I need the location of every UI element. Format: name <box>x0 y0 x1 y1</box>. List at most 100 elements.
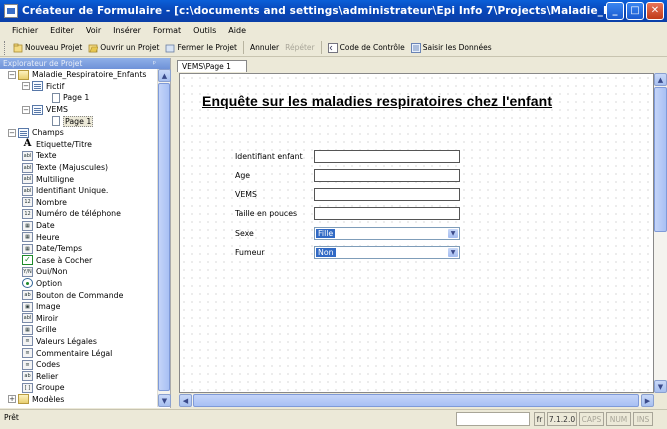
tree-item-field-type[interactable]: abl Miroir <box>0 312 157 324</box>
canvas-vertical-scrollbar[interactable]: ▲ ▼ <box>654 73 667 393</box>
status-field <box>456 412 530 426</box>
field-type-list-icon: ≡ <box>22 359 33 370</box>
new-project-button[interactable]: Nouveau Projet <box>10 40 85 56</box>
tree-item-field-type[interactable]: ≡ Commentaire Légal <box>0 347 157 359</box>
scroll-thumb[interactable] <box>158 83 170 391</box>
redo-button[interactable]: Répéter <box>282 40 318 56</box>
label-vems[interactable]: VEMS <box>235 190 257 199</box>
menu-aide[interactable]: Aide <box>222 26 252 35</box>
enter-data-button[interactable]: Saisir les Données <box>408 40 495 56</box>
tree-item-field-type[interactable]: [ ] Groupe <box>0 382 157 394</box>
maximize-button[interactable]: □ <box>626 2 644 20</box>
scroll-down-arrow-icon[interactable]: ▼ <box>654 380 667 393</box>
tree-item-field-type[interactable]: ▣ Image <box>0 301 157 313</box>
tree-item-field-type[interactable]: ✓ Case à Cocher <box>0 255 157 267</box>
tree-item-field-type[interactable]: abl Identifiant Unique. <box>0 185 157 197</box>
menu-outils[interactable]: Outils <box>187 26 222 35</box>
toolbar-grip[interactable] <box>4 40 7 55</box>
menu-voir[interactable]: Voir <box>80 26 107 35</box>
open-project-button[interactable]: Ouvrir un Projet <box>85 40 162 56</box>
collapse-icon[interactable]: − <box>8 70 16 79</box>
scroll-up-arrow-icon[interactable]: ▲ <box>654 73 667 86</box>
tree-item-field-type[interactable]: 12 Nombre <box>0 197 157 209</box>
label-identifiant-enfant[interactable]: Identifiant enfant <box>235 152 303 161</box>
tree-item-field-type[interactable]: ab Relier <box>0 370 157 382</box>
tree-item-field-type[interactable]: ▦ Heure <box>0 231 157 243</box>
chevron-down-icon[interactable]: ▼ <box>448 248 458 257</box>
tree-item-fields[interactable]: − Champs <box>0 127 157 139</box>
taille-field[interactable] <box>314 207 460 220</box>
tree-item-field-type[interactable]: 12 Numéro de téléphone <box>0 208 157 220</box>
tree-item-field-type[interactable]: ≡ Codes <box>0 359 157 371</box>
tree-item-field-type[interactable]: abl Texte (Majuscules) <box>0 162 157 174</box>
label-taille[interactable]: Taille en pouces <box>235 209 297 218</box>
explorer-vertical-scrollbar[interactable]: ▲ ▼ <box>157 69 171 407</box>
collapse-icon[interactable]: − <box>22 82 30 91</box>
field-type-ab-icon: ab <box>22 290 33 301</box>
tree-item-field-type[interactable]: + Modèles <box>0 394 157 406</box>
tree-item-label: Texte (Majuscules) <box>36 163 109 173</box>
form-canvas[interactable]: Enquête sur les maladies respiratoires c… <box>179 73 654 393</box>
scroll-left-arrow-icon[interactable]: ◀ <box>179 394 192 407</box>
chevron-down-icon[interactable]: ▼ <box>448 229 458 238</box>
tree-item-label: Grille <box>36 325 57 335</box>
vems-field[interactable] <box>314 188 460 201</box>
tree-item-view[interactable]: − Fictif <box>0 81 157 93</box>
tree-item-field-type[interactable]: ▦ Date/Temps <box>0 243 157 255</box>
scroll-thumb[interactable] <box>193 394 639 407</box>
tree-item-label: Oui/Non <box>36 267 68 277</box>
tree-item-field-type[interactable]: ≡ Valeurs Légales <box>0 336 157 348</box>
tree-item-field-type[interactable]: abl Multiligne <box>0 173 157 185</box>
menu-inserer[interactable]: Insérer <box>107 26 147 35</box>
tree-item-project[interactable]: − Maladie_Respiratoire_Enfants <box>0 69 157 81</box>
form-title[interactable]: Enquête sur les maladies respiratoires c… <box>202 93 552 109</box>
enter-data-label: Saisir les Données <box>422 43 492 52</box>
tree-item-field-type[interactable]: ▦ Grille <box>0 324 157 336</box>
scroll-right-arrow-icon[interactable]: ▶ <box>641 394 654 407</box>
tree-item-view[interactable]: − VEMS <box>0 104 157 116</box>
close-project-button[interactable]: Fermer le Projet <box>162 40 239 56</box>
label-age[interactable]: Age <box>235 171 250 180</box>
fumeur-selected-value: Non <box>316 248 336 257</box>
label-fumeur[interactable]: Fumeur <box>235 248 265 257</box>
tree-item-field-type[interactable]: ab Bouton de Commande <box>0 289 157 301</box>
designer-area: VEMS\Page 1 Enquête sur les maladies res… <box>171 58 667 408</box>
tree-item-page[interactable]: Page 1 <box>0 115 157 127</box>
pin-icon[interactable]: ᵖ <box>153 59 156 68</box>
tree-item-field-type[interactable]: abl Texte <box>0 150 157 162</box>
tree-item-page[interactable]: Page 1 <box>0 92 157 104</box>
menu-format[interactable]: Format <box>147 26 187 35</box>
tree-item-field-type[interactable]: Option <box>0 278 157 290</box>
scroll-down-arrow-icon[interactable]: ▼ <box>158 394 171 407</box>
project-explorer: Explorateur de Projet ᵖ − Maladie_Respir… <box>0 58 171 408</box>
canvas-horizontal-scrollbar[interactable]: ◀ ▶ <box>179 394 654 407</box>
identifiant-enfant-field[interactable] <box>314 150 460 163</box>
undo-button[interactable]: Annuler <box>247 40 282 56</box>
open-project-label: Ouvrir un Projet <box>100 43 160 52</box>
expand-icon[interactable]: + <box>8 395 16 404</box>
menu-fichier[interactable]: Fichier <box>6 26 44 35</box>
scroll-up-arrow-icon[interactable]: ▲ <box>158 69 171 82</box>
minimize-button[interactable]: _ <box>606 2 624 20</box>
tree-item-label: Nombre <box>36 197 67 207</box>
language-indicator: fr <box>534 412 545 426</box>
tree-item-label: Identifiant Unique. <box>36 186 109 196</box>
tab-vems-page-1[interactable]: VEMS\Page 1 <box>177 60 247 72</box>
tree-item-field-type[interactable]: A Etiquette/Titre <box>0 139 157 151</box>
collapse-icon[interactable]: − <box>22 105 30 114</box>
collapse-icon[interactable]: − <box>8 128 16 137</box>
close-folder-icon <box>166 44 175 52</box>
menu-editer[interactable]: Editer <box>44 26 80 35</box>
tree-item-label: Codes <box>36 360 61 370</box>
num-indicator: NUM <box>606 412 631 426</box>
check-code-button[interactable]: Code de Contrôle <box>325 40 408 56</box>
label-sexe[interactable]: Sexe <box>235 229 254 238</box>
sexe-dropdown[interactable]: Fille ▼ <box>314 227 460 240</box>
scroll-thumb[interactable] <box>654 87 667 232</box>
tree-item-field-type[interactable]: ▦ Date <box>0 220 157 232</box>
tree-item-label: Etiquette/Titre <box>36 139 92 149</box>
tree-item-field-type[interactable]: Y/N Oui/Non <box>0 266 157 278</box>
fumeur-dropdown[interactable]: Non ▼ <box>314 246 460 259</box>
age-field[interactable] <box>314 169 460 182</box>
close-button[interactable]: ✕ <box>646 2 664 20</box>
